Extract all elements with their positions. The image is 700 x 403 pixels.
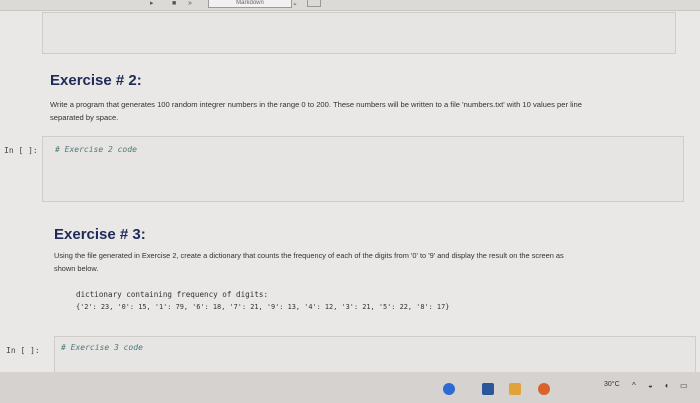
exercise-2-description-line2: separated by space. [50,113,119,122]
word-icon[interactable] [482,383,494,395]
fast-forward-icon[interactable]: » [188,0,198,7]
exercise-3-sample-output: dictionary containing frequency of digit… [76,289,449,313]
volume-icon[interactable]: ◖ [664,381,669,390]
chevron-down-icon[interactable]: ⌄ [292,0,302,7]
exercise-2-prompt: In [ ]: [4,146,38,155]
temperature-label: 30°C [604,381,620,388]
exercise-3-title: Exercise # 3: [54,226,146,243]
matlab-icon[interactable] [538,383,550,395]
sample-output-line1: dictionary containing frequency of digit… [76,290,269,299]
exercise-3-description-line1: Using the file generated in Exercise 2, … [54,251,564,260]
code-cell-top[interactable] [42,12,676,54]
battery-icon[interactable]: ▭ [680,381,688,390]
cell-type-select[interactable]: Markdown [208,0,292,8]
keyboard-icon[interactable] [307,0,321,7]
file-explorer-icon[interactable] [509,383,521,395]
exercise-3-code-cell[interactable]: # Exercise 3 code [54,336,696,374]
exercise-2-description: Write a program that generates 100 rando… [50,98,680,124]
network-icon[interactable]: ◒ [648,381,653,390]
exercise-3-prompt: In [ ]: [6,346,40,355]
exercise-2-title: Exercise # 2: [50,72,142,89]
run-icon[interactable]: ▸ [150,0,160,7]
stop-icon[interactable]: ■ [172,0,182,7]
exercise-3-description: Using the file generated in Exercise 2, … [54,249,694,275]
sample-output-line2: {'2': 23, '0': 15, '1': 79, '6': 18, '7'… [76,303,450,311]
exercise-2-code[interactable]: # Exercise 2 code [55,145,137,154]
exercise-3-description-line2: shown below. [54,264,99,273]
exercise-3-code[interactable]: # Exercise 3 code [61,343,143,352]
exercise-2-description-line1: Write a program that generates 100 rando… [50,100,582,109]
chevron-up-icon[interactable]: ^ [632,381,636,390]
notebook-toolbar: ▸ ■ » Markdown ⌄ [0,0,700,11]
exercise-2-code-cell[interactable]: # Exercise 2 code [42,136,684,202]
taskbar [0,372,700,403]
chrome-icon[interactable] [443,383,455,395]
